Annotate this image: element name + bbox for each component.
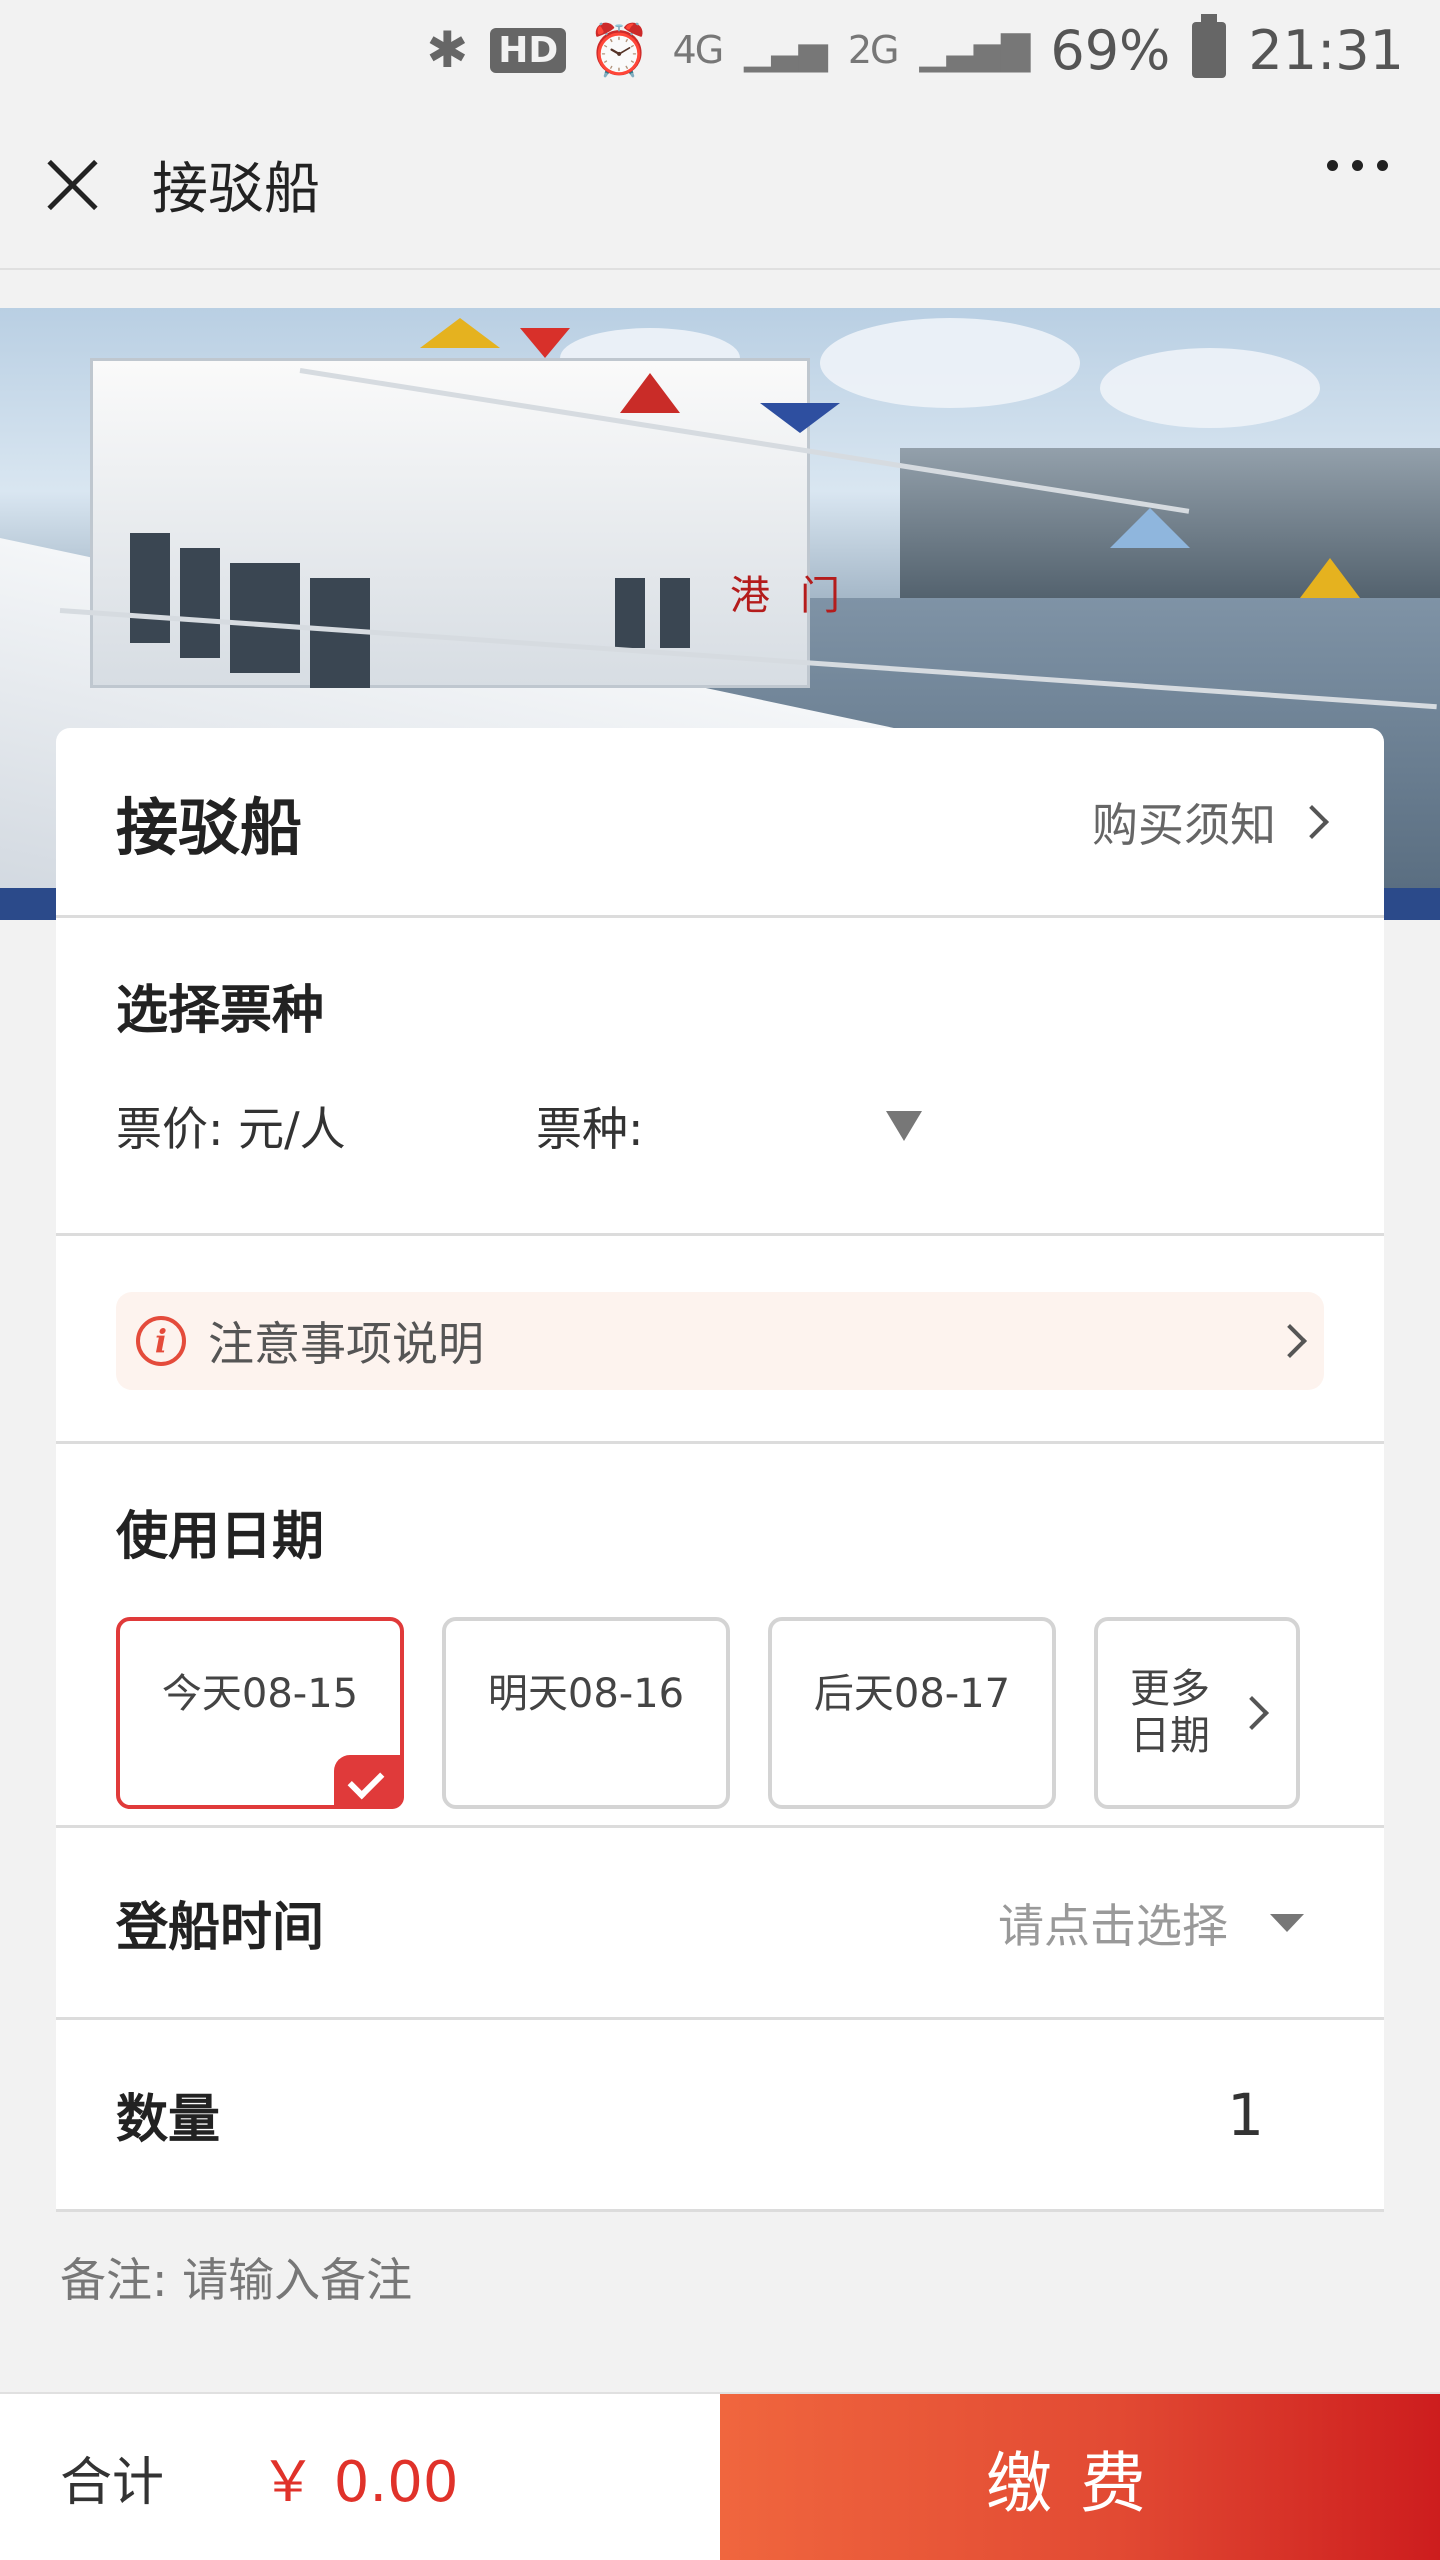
ticket-price-label: 票价: 元/人 — [116, 1102, 346, 1156]
booking-card: 接驳船 购买须知 选择票种 票价: 元/人 票种: i 注意事项说明 使用日期 … — [56, 728, 1384, 2212]
notice-banner[interactable]: i 注意事项说明 — [116, 1292, 1324, 1390]
network-2g-label: 2G — [847, 28, 900, 72]
more-dates-button[interactable]: 更多 日期 — [1094, 1617, 1300, 1809]
more-dates-line2: 日期 — [1130, 1713, 1210, 1759]
total-label: 合计 — [60, 2452, 165, 2513]
purchase-notice-label: 购买须知 — [1092, 797, 1276, 852]
hd-badge: HD — [490, 27, 567, 73]
date-option-day-after[interactable]: 后天08-17 — [768, 1617, 1056, 1809]
more-dots-icon[interactable] — [1327, 160, 1388, 171]
info-icon: i — [136, 1316, 186, 1366]
check-icon — [334, 1755, 404, 1809]
date-option-label: 后天08-17 — [813, 1671, 1011, 1717]
chevron-right-icon — [1295, 804, 1329, 839]
close-icon[interactable] — [42, 154, 102, 214]
boarding-time-placeholder: 请点击选择 — [998, 1898, 1228, 1953]
date-option-tomorrow[interactable]: 明天08-16 — [442, 1617, 730, 1809]
clock-time: 21:31 — [1248, 18, 1404, 82]
boarding-time-row[interactable]: 登船时间 请点击选择 — [56, 1828, 1384, 2020]
quantity-label: 数量 — [116, 2090, 221, 2150]
dropdown-arrow-icon — [886, 1111, 922, 1141]
remark-input[interactable]: 备注: 请输入备注 — [60, 2244, 412, 2310]
status-bar: ✱ HD ⏰ 4G ▁▃▅ 2G ▁▃▅▇ 69% 21:31 — [0, 0, 1440, 100]
battery-icon — [1192, 14, 1227, 78]
ticket-section-title: 选择票种 — [116, 981, 325, 1041]
quantity-row: 数量 1 — [56, 2020, 1384, 2212]
chevron-right-icon — [1273, 1324, 1307, 1358]
page-title: 接驳船 — [152, 156, 320, 222]
product-title: 接驳船 — [116, 790, 303, 864]
nav-bar: 接驳船 — [0, 100, 1440, 270]
date-option-today[interactable]: 今天08-15 — [116, 1617, 404, 1809]
pay-button[interactable]: 缴费 — [720, 2394, 1440, 2560]
bluetooth-icon: ✱ — [426, 21, 469, 79]
total-amount: ￥ 0.00 — [260, 2449, 459, 2515]
signal-icon: ▁▃▅ — [744, 28, 828, 72]
boat-sign-text: 港门 — [730, 573, 870, 619]
boarding-time-select[interactable]: 请点击选择 — [998, 1890, 1304, 1956]
date-options: 今天08-15 明天08-16 后天08-17 更多 日期 — [116, 1617, 1324, 1809]
more-dates-line1: 更多 — [1130, 1665, 1210, 1712]
battery-percent: 69% — [1050, 18, 1171, 82]
total-area: 合计 ￥ 0.00 — [0, 2394, 720, 2560]
product-header: 接驳船 购买须知 — [56, 728, 1384, 918]
ticket-type-label: 票种: — [536, 1102, 644, 1156]
notice-section: i 注意事项说明 — [56, 1236, 1384, 1444]
dropdown-arrow-icon — [1270, 1913, 1304, 1932]
checkout-bar: 合计 ￥ 0.00 缴费 — [0, 2392, 1440, 2560]
network-4g-label: 4G — [672, 28, 725, 72]
date-option-label: 明天08-16 — [487, 1671, 685, 1717]
date-option-label: 今天08-15 — [161, 1671, 359, 1717]
ticket-type-select[interactable]: 票种: — [536, 1093, 922, 1159]
date-section-title: 使用日期 — [116, 1507, 325, 1567]
quantity-input[interactable]: 1 — [1227, 2081, 1264, 2149]
signal-icon: ▁▃▅▇ — [919, 28, 1030, 72]
purchase-notice-link[interactable]: 购买须知 — [1092, 789, 1329, 855]
alarm-icon: ⏰ — [588, 20, 651, 79]
notice-text: 注意事项说明 — [208, 1317, 484, 1371]
boarding-time-label: 登船时间 — [116, 1898, 325, 1958]
date-section: 使用日期 今天08-15 明天08-16 后天08-17 更多 日期 — [56, 1444, 1384, 1828]
chevron-right-icon — [1235, 1696, 1269, 1730]
ticket-type-section: 选择票种 票价: 元/人 票种: — [56, 918, 1384, 1236]
